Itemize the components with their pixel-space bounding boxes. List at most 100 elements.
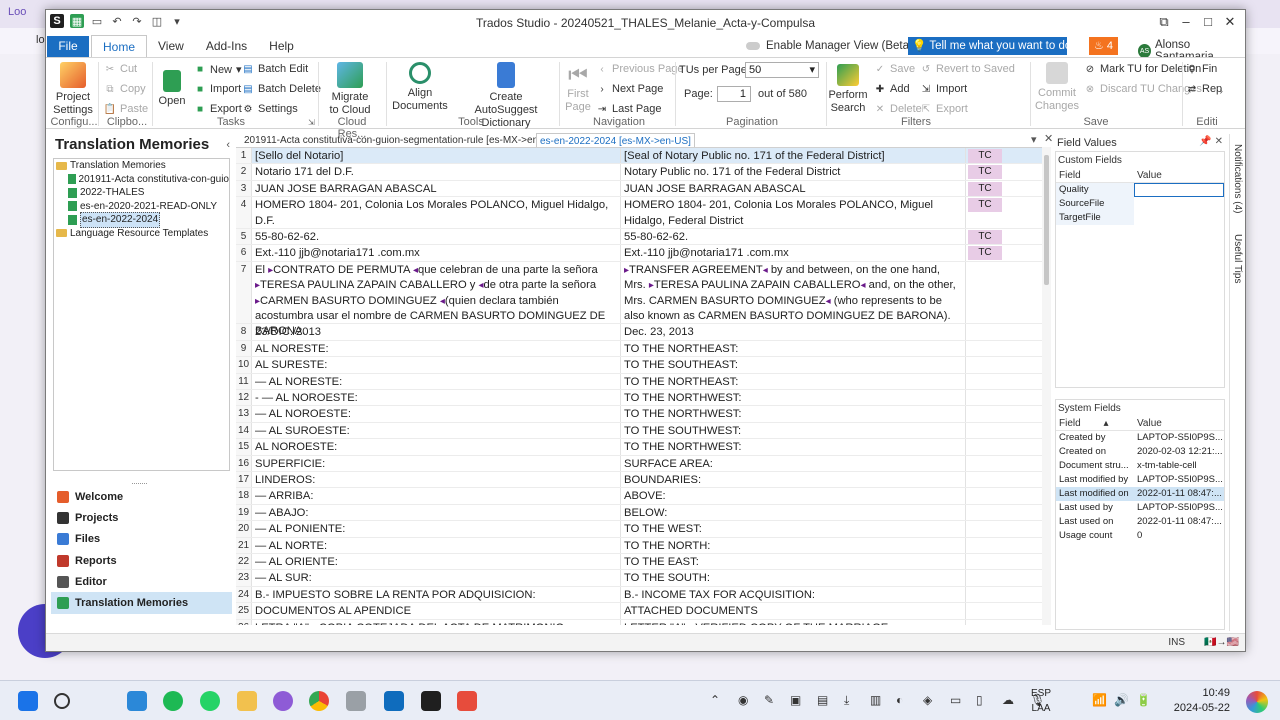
tm-row[interactable]: 2 Notario 171 del D.F. Notary Public no. 1… [236,164,1042,181]
target-cell[interactable]: LETTER "A".- VERIFIED COPY OF THE MARRIA… [621,619,966,625]
doc-tab-es-en-2022-2024[interactable]: es-en-2022-2024 [es-MX->en-US] [536,133,695,148]
target-cell[interactable]: [Seal of Notary Public no. 171 of the Fe… [621,148,966,164]
tm-row[interactable]: 18— ARRIBA: ABOVE: [236,488,1042,505]
grid-scrollbar[interactable] [1042,147,1051,625]
tm-row[interactable]: 8 23/DIC./2013 Dec. 23, 2013 [236,324,1042,341]
reader-icon[interactable] [457,691,477,711]
tab-help[interactable]: Help [258,35,305,58]
tm-row[interactable]: 9 AL NORESTE: TO THE NORTHEAST: [236,340,1042,358]
target-cell[interactable]: HOMERO 1804- 201, Colonia Los Morales PO… [621,197,966,228]
migrate-cloud-button[interactable]: Migrate to Cloud [324,62,376,117]
target-cell[interactable]: TO THE NORTHEAST: [621,373,966,389]
source-cell[interactable]: - — AL NOROESTE: [252,390,621,406]
target-cell[interactable]: B.- INCOME TAX FOR ACQUISITION: [621,586,966,603]
windows-start-icon[interactable] [18,691,38,711]
wifi-icon[interactable]: 📶 [1092,693,1107,707]
target-cell[interactable]: ATTACHED DOCUMENTS [621,603,966,619]
outlook-icon[interactable] [384,691,404,711]
nav-item-projects[interactable]: Projects [51,507,232,528]
tm-row[interactable]: 14— AL SUROESTE: TO THE SOUTHWEST: [236,422,1042,440]
target-cell[interactable]: SURFACE AREA: [621,455,966,471]
restore-panes-icon[interactable]: ⧉ [1153,12,1175,32]
paste-button[interactable]: 📋 Paste [104,103,148,115]
source-cell[interactable]: — AL NORTE: [252,537,621,553]
batch-edit-button[interactable]: ▤ Batch Edit [242,63,308,75]
tray-icon[interactable]: ◈ [923,693,932,707]
source-cell[interactable]: [Sello del Notario] [252,148,621,164]
system-field-row[interactable]: Document stru... x-tm-table-cell [1056,459,1224,473]
tray-icon[interactable]: ◐ [896,693,903,707]
source-cell[interactable]: — AL ORIENTE: [252,554,621,570]
replace-button[interactable]: ⇄ Rep [1186,83,1222,95]
search-icon[interactable] [54,693,70,709]
source-cell[interactable]: 23/DIC./2013 [252,324,621,340]
source-cell[interactable]: — AL PONIENTE: [252,521,621,537]
database-icon[interactable] [346,691,366,711]
source-cell[interactable]: — ARRIBA: [252,488,621,504]
doc-tab-acta[interactable]: 201911-Acta constitutiva-con-guion-segme… [241,133,561,148]
nav-item-reports[interactable]: Reports [51,550,232,571]
target-cell[interactable]: ▸TRANSFER AGREEMENT◂ by and between, on … [621,261,966,324]
target-cell[interactable]: TO THE NORTHWEST: [621,406,966,422]
tray-icon[interactable]: ◉ [738,693,748,707]
source-cell[interactable]: AL NOROESTE: [252,439,621,455]
target-cell[interactable]: BELOW: [621,504,966,521]
tm-row[interactable]: 25 DOCUMENTOS AL APENDICE ATTACHED DOCUMEN… [236,603,1042,620]
input-language[interactable]: ESP LAA [1031,686,1051,716]
discard-tu-button[interactable]: ⊗ Discard TU Changes [1084,83,1202,95]
source-cell[interactable]: DOCUMENTOS AL APENDICE [252,603,621,619]
notifications-side-tab[interactable]: Notifications (4) [1232,144,1243,213]
spotify-icon[interactable] [163,691,183,711]
tm-row[interactable]: 19— ABAJO: BELOW: [236,504,1042,522]
chrome-icon[interactable] [309,691,329,711]
scroll-thumb[interactable] [1044,155,1049,285]
filter-export-button[interactable]: ⇱ Export [920,103,968,115]
app-icon[interactable] [273,691,293,711]
project-settings-button[interactable]: Project Settings [51,62,95,117]
target-cell[interactable]: Notary Public no. 171 of the Federal Dis… [621,164,966,180]
target-cell[interactable]: Ext.-110 jjb@notaria171 .com.mx [621,245,966,261]
battery-icon[interactable]: 🔋 [1136,693,1151,707]
save-filter-button[interactable]: ✓ Save [874,63,915,75]
perform-search-button[interactable]: Perform Search [828,64,868,115]
tree-item-tm[interactable]: 2022-THALES [54,186,229,200]
custom-field-row[interactable]: SourceFile [1056,197,1224,211]
page-input[interactable]: 1 [717,86,751,102]
tab-view[interactable]: View [147,35,195,58]
tree-item-translation-memories[interactable]: Translation Memories [54,159,229,173]
system-field-row[interactable]: Last used by LAPTOP-S5I0P9S... [1056,501,1224,515]
last-page-button[interactable]: ⇥ Last Page [596,103,662,115]
tm-row[interactable]: 12- — AL NOROESTE: TO THE NORTHWEST: [236,390,1042,407]
source-cell[interactable]: 55-80-62-62. [252,229,621,245]
toggle-switch[interactable] [746,42,760,50]
tm-row[interactable]: 22— AL ORIENTE: TO THE EAST: [236,554,1042,571]
commit-changes-button[interactable]: Commit Changes [1034,62,1080,113]
chevron-up-icon[interactable]: ⌃ [710,693,720,707]
source-cell[interactable]: AL SURESTE: [252,357,621,373]
file-tab[interactable]: File [47,36,89,57]
notifications-button[interactable]: ♨ 4 [1089,37,1118,55]
pin-icon[interactable]: 📌 ✕ [1199,136,1223,147]
new-button[interactable]: ■ New ▾ [194,63,242,77]
app-icon[interactable] [127,691,147,711]
field-value[interactable] [1134,211,1224,225]
nav-item-translation-memories[interactable]: Translation Memories [51,592,232,614]
browser-tab[interactable]: Loo [8,6,26,18]
target-cell[interactable]: TO THE SOUTHWEST: [621,422,966,439]
previous-page-button[interactable]: ‹ Previous Page [596,63,683,75]
sort-up-icon[interactable]: ▴ [1103,418,1108,429]
align-documents-button[interactable]: Align Documents [391,62,449,113]
target-cell[interactable]: JUAN JOSE BARRAGAN ABASCAL [621,180,966,197]
source-cell[interactable]: — AL NORESTE: [252,373,621,389]
tell-me-search[interactable]: 💡 Tell me what you want to do... [908,37,1067,55]
doc-tabs-dropdown-icon[interactable]: ▾ [1031,133,1037,146]
next-page-button[interactable]: › Next Page [596,83,663,95]
tray-icon[interactable]: ▯ [976,693,983,707]
settings-button[interactable]: ⚙ Settings [242,103,298,115]
field-value[interactable] [1134,197,1224,211]
tm-row[interactable]: 26LETRA "A".- COPIA COTEJADA DEL ACTA DE… [236,619,1042,625]
tm-row[interactable]: 20— AL PONIENTE: TO THE WEST: [236,521,1042,538]
target-cell[interactable]: TO THE NORTHWEST: [621,439,966,455]
tm-row[interactable]: 4 HOMERO 1804- 201, Colonia Los Morales P… [236,197,1042,229]
system-field-row[interactable]: Last modified by LAPTOP-S5I0P9S... [1056,473,1224,487]
